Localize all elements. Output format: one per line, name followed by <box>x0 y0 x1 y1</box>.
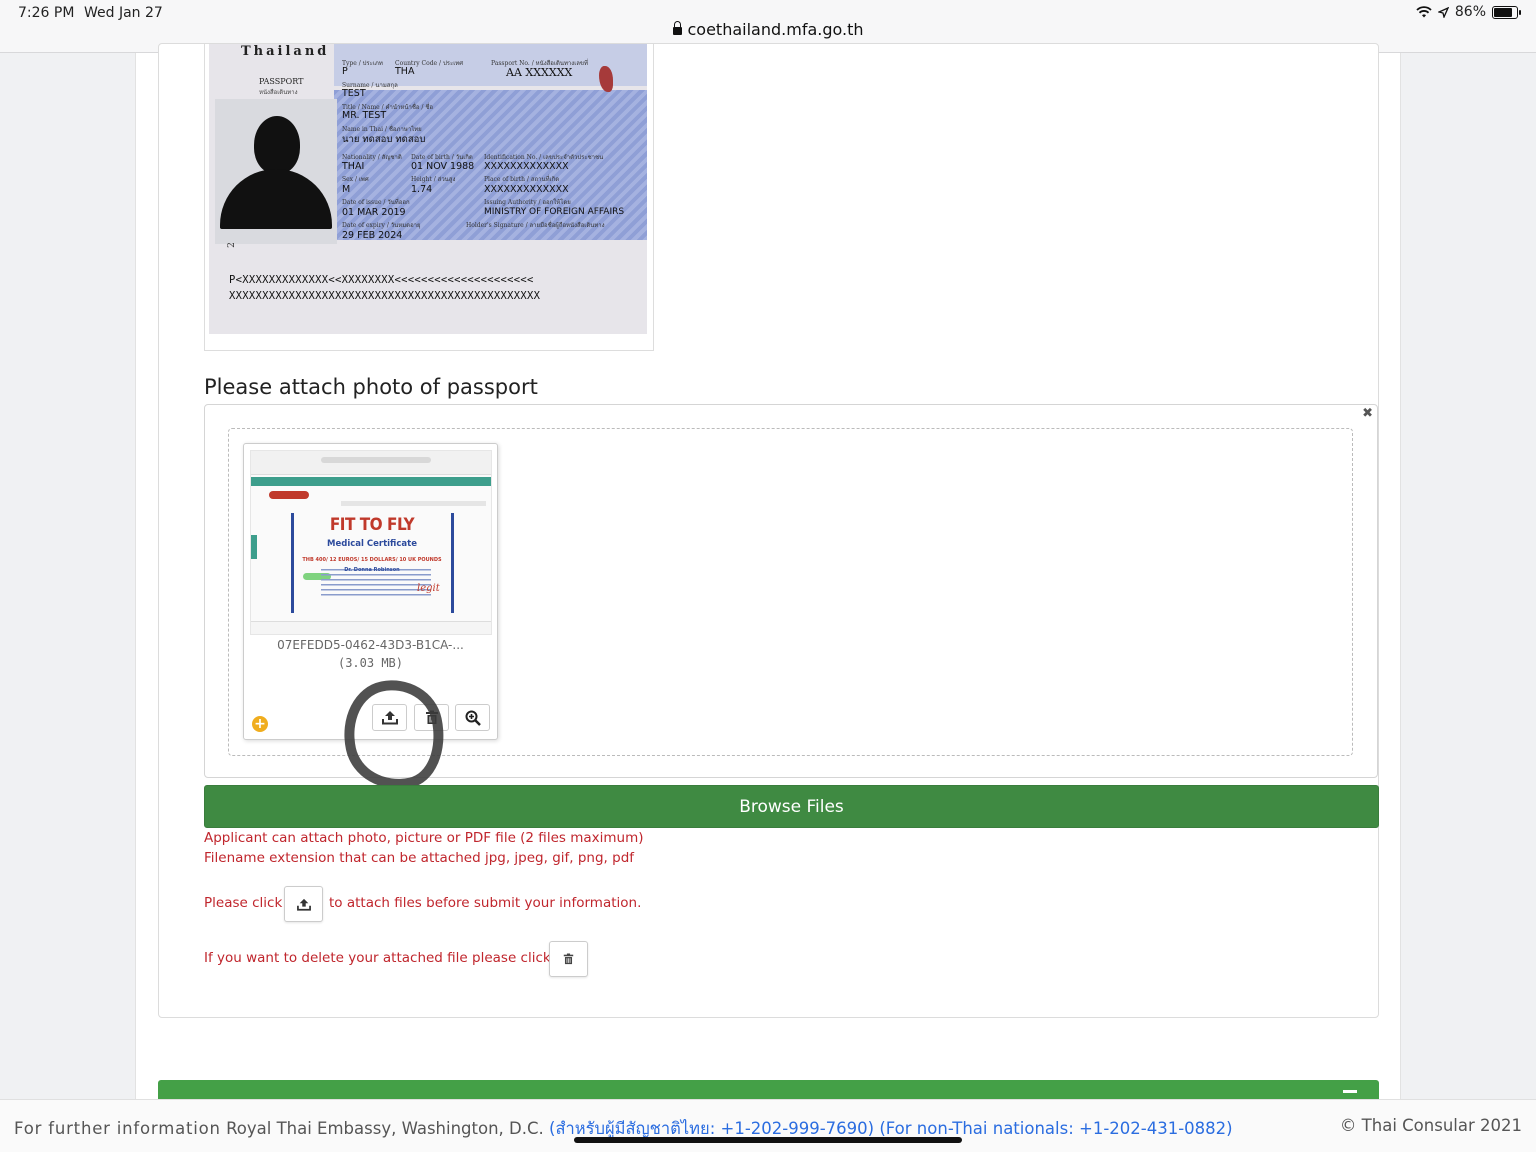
pp-sex-label: Sex / เพศ <box>342 176 369 183</box>
pp-mrz-line2: XXXXXXXXXXXXXXXXXXXXXXXXXXXXXXXXXXXXXXXX… <box>229 290 541 302</box>
preview-price: THB 400/ 12 EUROS/ 15 DOLLARS/ 10 UK POU… <box>302 557 442 563</box>
battery-percent: 86% <box>1454 4 1486 20</box>
file-size: (3.03 MB) <box>337 656 404 670</box>
person-silhouette-icon <box>254 116 300 174</box>
pp-name-thai: นาย ทดสอบ ทดสอบ <box>342 134 426 145</box>
note-click-prefix: Please click <box>204 895 283 911</box>
delete-file-button[interactable] <box>414 704 449 731</box>
page-footer: For further information Royal Thai Embas… <box>0 1099 1536 1152</box>
footer-phone-links[interactable]: (สำหรับผู้มีสัญชาติไทย: +1-202-999-7690)… <box>549 1119 1233 1138</box>
pp-doc-label-thai: หนังสือเดินทาง <box>259 89 298 96</box>
status-time: 7:26 PM <box>18 5 75 21</box>
form-card: Thailand PASSPORT หนังสือเดินทาง Type / … <box>158 43 1379 1018</box>
zoom-in-icon <box>465 710 481 726</box>
pp-side-number: 2 <box>226 242 237 248</box>
pp-type: P <box>342 66 348 77</box>
pp-expiry: 29 FEB 2024 <box>342 230 403 241</box>
preview-brand: legit <box>417 583 440 594</box>
pp-signature-label: Holder's Signature / ลายมือชื่อผู้ถือหนั… <box>466 222 605 229</box>
pp-issue-label: Date of issue / วันที่ออก <box>342 199 410 206</box>
pp-mrz-line1: P<XXXXXXXXXXXXX<<XXXXXXXX<<<<<<<<<<<<<<<… <box>229 274 534 286</box>
pp-sex: M <box>342 184 351 195</box>
pp-id: XXXXXXXXXXXXX <box>484 161 569 172</box>
file-upload-widget: ✖ FIT TO FLY Medical Certificate THB 400… <box>204 404 1378 800</box>
location-arrow-icon <box>1437 6 1449 18</box>
passport-sample-frame: Thailand PASSPORT หนังสือเดินทาง Type / … <box>204 44 654 351</box>
hand-drawn-circle-annotation <box>333 670 455 800</box>
preview-subtitle: Medical Certificate <box>327 539 417 549</box>
close-icon[interactable]: ✖ <box>1362 406 1373 421</box>
file-dropzone[interactable]: FIT TO FLY Medical Certificate THB 400/ … <box>228 428 1353 800</box>
preview-doctor: Dr. Donna Robinson <box>344 567 400 573</box>
passport-sample-image: Thailand PASSPORT หนังสือเดินทาง Type / … <box>209 44 647 334</box>
battery-icon <box>1492 5 1521 19</box>
plus-circle-icon: + <box>252 716 268 732</box>
zoom-file-button[interactable] <box>455 704 490 731</box>
upload-icon <box>381 711 398 725</box>
note-extensions: Filename extension that can be attached … <box>204 850 635 866</box>
upload-icon <box>296 898 311 911</box>
page-content: Thailand PASSPORT หนังสือเดินทาง Type / … <box>135 43 1401 1110</box>
pp-height-label: Height / ส่วนสูง <box>411 176 456 183</box>
home-indicator <box>574 1137 962 1143</box>
pp-expiry-label: Date of expiry / วันหมดอายุ <box>342 222 421 229</box>
pp-type-label: Type / ประเภท <box>342 60 383 67</box>
footer-embassy: Royal Thai Embassy, Washington, D.C. <box>226 1119 544 1138</box>
pp-pob: XXXXXXXXXXXXX <box>484 184 569 195</box>
pp-authority: MINISTRY OF FOREIGN AFFAIRS <box>484 207 625 217</box>
lock-icon <box>672 21 682 35</box>
pp-passport-no: AA XXXXXX <box>506 66 573 79</box>
file-preview-image[interactable]: FIT TO FLY Medical Certificate THB 400/ … <box>250 450 492 635</box>
pp-nationality: THAI <box>342 161 365 172</box>
passport-photo <box>215 99 337 244</box>
delete-example-button <box>549 941 588 977</box>
wifi-icon <box>1416 6 1432 18</box>
pp-pob-label: Place of birth / สถานที่เกิด <box>484 176 560 183</box>
pp-name: MR. TEST <box>342 110 387 121</box>
pp-height: 1.74 <box>411 184 433 195</box>
address-bar[interactable]: coethailand.mfa.go.th <box>0 20 1536 39</box>
browse-files-button[interactable]: Browse Files <box>204 785 1379 828</box>
url-text: coethailand.mfa.go.th <box>687 20 864 39</box>
status-date: Wed Jan 27 <box>84 5 163 21</box>
upload-example-button <box>284 886 323 922</box>
thailand-map-icon <box>599 66 613 92</box>
pp-country-code: THA <box>395 66 415 77</box>
footer-copyright: © Thai Consular 2021 <box>1339 1116 1522 1135</box>
file-preview-card: FIT TO FLY Medical Certificate THB 400/ … <box>243 443 498 800</box>
trash-icon <box>425 710 438 724</box>
status-indicators: 86% <box>1416 4 1521 20</box>
pp-issue: 01 MAR 2019 <box>342 207 406 218</box>
pp-authority-label: Issuing Authority / ออกให้โดย <box>484 199 571 206</box>
preview-title: FIT TO FLY <box>329 515 415 535</box>
footer-label: For further information <box>14 1119 221 1138</box>
collapse-minus-icon[interactable] <box>1343 1090 1357 1093</box>
file-name: 07EFEDD5-0462-43D3-B1CA-... <box>277 638 464 652</box>
pp-doc-label: PASSPORT <box>259 77 304 86</box>
note-click-suffix: to attach files before submit your infor… <box>329 895 642 911</box>
upload-file-button[interactable] <box>372 704 407 731</box>
trash-icon <box>563 953 574 965</box>
note-delete: If you want to delete your attached file… <box>204 950 551 966</box>
pp-country: Thailand <box>241 44 330 59</box>
section-title: Please attach photo of passport <box>204 375 538 399</box>
pp-surname: TEST <box>342 88 366 99</box>
pp-dob: 01 NOV 1988 <box>411 161 475 172</box>
note-attach-types: Applicant can attach photo, picture or P… <box>204 830 644 846</box>
